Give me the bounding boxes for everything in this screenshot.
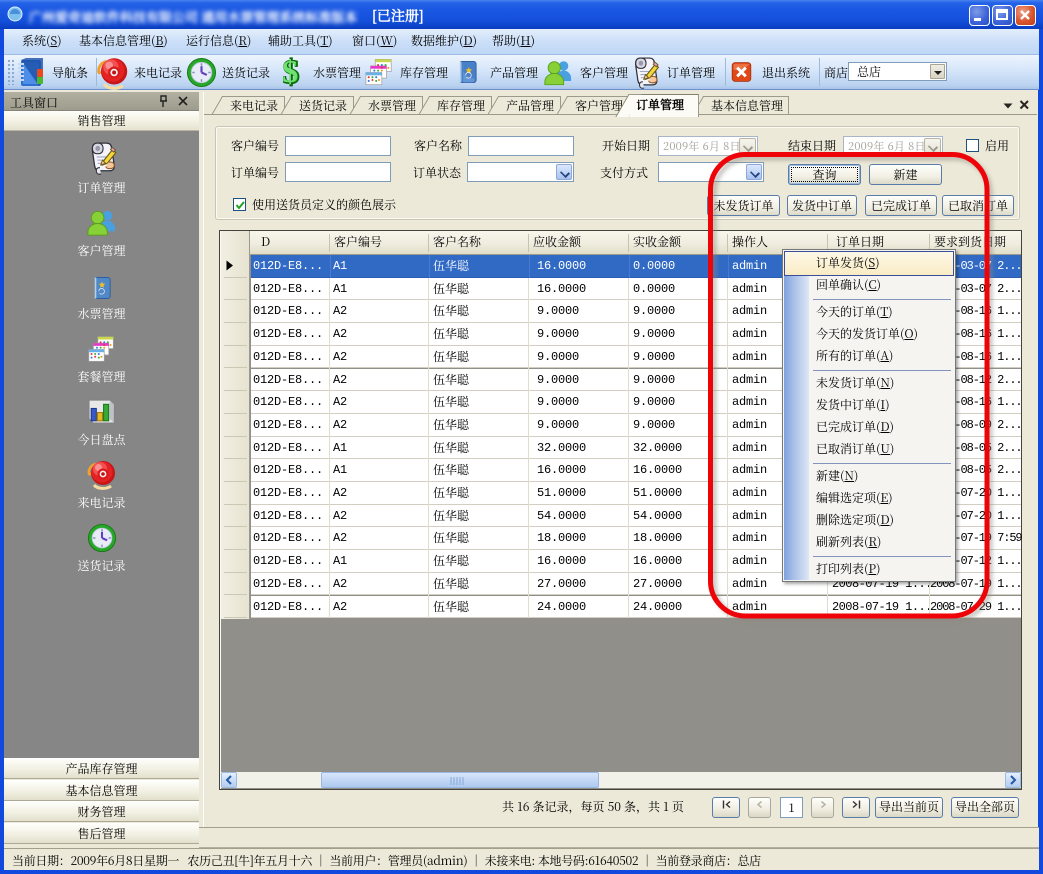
svg-text:$: $ — [282, 54, 298, 89]
